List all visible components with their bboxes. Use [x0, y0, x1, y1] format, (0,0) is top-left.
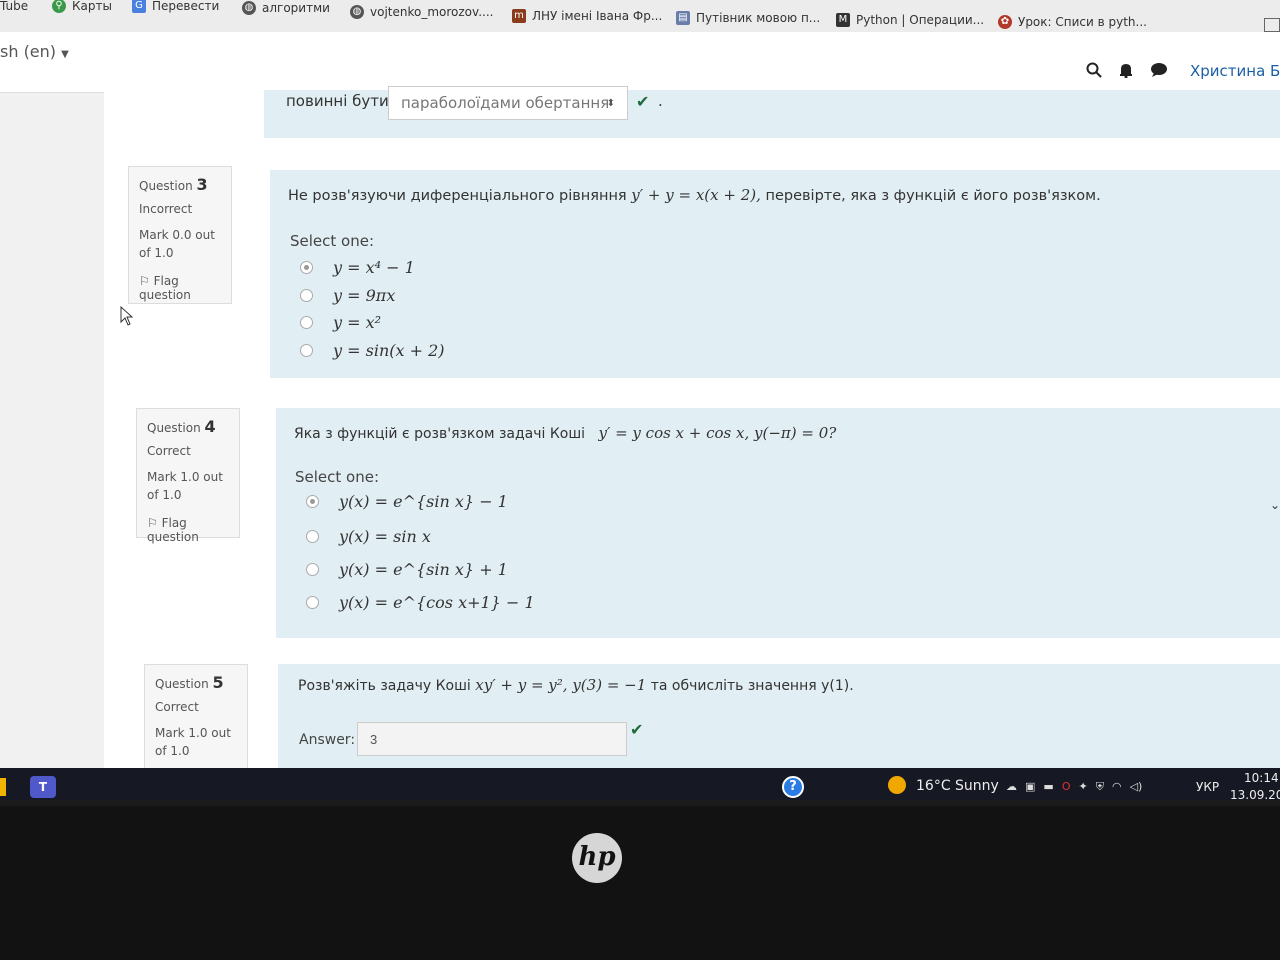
bookmark-vojtenko[interactable]: ◍ vojtenko_morozov.... [350, 2, 493, 22]
option-3[interactable]: y(x) = e^{sin x} + 1 [306, 560, 508, 579]
prev-question-box: повинні бути параболоїдами обертання ⬍ ✔… [264, 86, 1280, 138]
sun-weather-icon [888, 776, 906, 794]
question-5-box: Розв'яжіть задачу Коші xy′ + y = y², y(3… [278, 664, 1280, 774]
opera-icon[interactable]: O [1062, 780, 1071, 794]
bookmark-algoritmy[interactable]: ◍ алгоритми [242, 0, 330, 18]
cloud-icon[interactable]: ☁ [1006, 780, 1017, 794]
flag-icon: ⚐ [139, 274, 150, 288]
radio-button[interactable] [300, 316, 313, 329]
hp-logo: hp [572, 833, 622, 883]
check-icon: ✔ [630, 720, 644, 739]
select-one-label: Select one: [295, 468, 380, 486]
check-icon: ✔ [636, 92, 650, 111]
help-icon[interactable]: ? [782, 776, 804, 798]
prev-question-select[interactable]: параболоїдами обертання ⬍ [388, 86, 628, 120]
taskbar: T ? 16°C Sunny ☁ ▣ ▬ O ✦ ⛨ ◠ ◁) УКР 10:1… [0, 768, 1280, 800]
bookmark-maps[interactable]: ⚲ Карты [52, 0, 112, 16]
radio-button[interactable] [306, 563, 319, 576]
prev-question-text: повинні бути [286, 92, 389, 110]
battery-icon[interactable]: ▬ [1043, 780, 1053, 794]
question-number: Question 3 [139, 175, 208, 194]
mouse-cursor-icon [120, 306, 134, 326]
volume-icon[interactable]: ◁) [1130, 780, 1143, 794]
quiz-review-content: повинні бути параболоїдами обертання ⬍ ✔… [104, 86, 1280, 774]
university-icon: m [512, 9, 526, 23]
reading-list-icon[interactable] [1264, 18, 1280, 32]
question-number: Question 5 [155, 673, 224, 692]
flag-icon: ⚐ [147, 516, 158, 530]
screen: Tube ⚲ Карты G Перевести ◍ алгоритми ◍ vojte… [0, 0, 1280, 800]
question-status: Correct [155, 700, 199, 714]
bookmark-urok[interactable]: ✿ Урок: Списи в pyth... [998, 12, 1147, 32]
option-1[interactable]: y = x⁴ − 1 [300, 258, 415, 277]
clock-date[interactable]: 13.09.202 [1230, 788, 1280, 800]
app-tray-icon[interactable]: ▣ [1025, 780, 1035, 794]
task-indicator [0, 778, 6, 796]
option-4[interactable]: y = sin(x + 2) [300, 341, 445, 360]
radio-button[interactable] [306, 495, 319, 508]
radio-button[interactable] [300, 344, 313, 357]
question-4-text: Яка з функцій є розв'язком задачі Коші y… [294, 424, 837, 442]
bookmarks-bar: Tube ⚲ Карты G Перевести ◍ алгоритми ◍ vojte… [0, 0, 1280, 32]
maps-pin-icon: ⚲ [52, 0, 66, 13]
answer-input[interactable] [357, 722, 627, 756]
site-icon: ✿ [998, 15, 1012, 29]
chevron-down-icon: ▼ [61, 49, 69, 60]
select-arrows-icon: ⬍ [606, 97, 615, 109]
question-mark: Mark 1.0 out of 1.0 [147, 470, 223, 502]
bookmark-translate[interactable]: G Перевести [132, 0, 219, 16]
bookmark-python[interactable]: M Python | Операции... [836, 10, 984, 30]
bookmark-lnu[interactable]: m ЛНУ імені Івана Фр... [512, 6, 662, 26]
page-icon: ▤ [676, 11, 690, 25]
clock-time[interactable]: 10:14 [1244, 771, 1279, 785]
tray-icons: ☁ ▣ ▬ O ✦ ⛨ ◠ ◁) [1006, 780, 1142, 794]
laptop-bezel: hp [0, 806, 1280, 960]
globe-icon: ◍ [242, 1, 256, 15]
question-3-info: Question 3 Incorrect Mark 0.0 out of 1.0… [128, 166, 232, 304]
language-menu[interactable]: sh (en) ▼ [0, 42, 69, 61]
question-3-text: Не розв'язуючи диференціального рівняння… [288, 186, 1101, 204]
question-5-info: Question 5 Correct Mark 1.0 out of 1.0 [144, 664, 248, 774]
radio-button[interactable] [306, 596, 319, 609]
question-4-info: Question 4 Correct Mark 1.0 out of 1.0 ⚐… [136, 408, 240, 544]
option-2[interactable]: y = 9πx [300, 286, 395, 305]
app-header: sh (en) ▼ Христина Бе [0, 32, 1280, 93]
option-2[interactable]: y(x) = sin x [306, 527, 431, 546]
chevron-down-icon[interactable]: ⌄ [1270, 498, 1280, 512]
option-4[interactable]: y(x) = e^{cos x+1} − 1 [306, 593, 535, 612]
wifi-icon[interactable]: ◠ [1112, 780, 1122, 794]
weather-text[interactable]: 16°C Sunny [916, 778, 999, 794]
radio-button[interactable] [306, 530, 319, 543]
translate-icon: G [132, 0, 146, 13]
option-3[interactable]: y = x² [300, 313, 381, 332]
user-menu[interactable]: Христина Бе [1190, 62, 1280, 80]
bookmark-youtube[interactable]: Tube [0, 0, 28, 16]
site-icon: M [836, 13, 850, 27]
teams-tray-icon[interactable]: ✦ [1078, 780, 1087, 794]
question-3-box: Не розв'язуючи диференціального рівняння… [270, 170, 1280, 378]
nav-icons [1086, 62, 1168, 78]
teams-icon[interactable]: T [30, 776, 56, 798]
question-mark: Mark 1.0 out of 1.0 [155, 726, 231, 758]
bell-icon[interactable] [1118, 62, 1134, 78]
input-language[interactable]: УКР [1196, 780, 1219, 794]
radio-button[interactable] [300, 289, 313, 302]
shield-icon[interactable]: ⛨ [1096, 780, 1104, 794]
question-number: Question 4 [147, 417, 216, 436]
question-5-text: Розв'яжіть задачу Коші xy′ + y = y², y(3… [298, 676, 854, 694]
flag-question-button[interactable]: ⚐ Flag question [147, 516, 229, 544]
radio-button[interactable] [300, 261, 313, 274]
question-4-box: Яка з функцій є розв'язком задачі Коші y… [276, 408, 1280, 638]
question-status: Correct [147, 444, 191, 458]
question-status: Incorrect [139, 202, 193, 216]
answer-label: Answer: [299, 732, 356, 748]
select-one-label: Select one: [290, 232, 375, 250]
flag-question-button[interactable]: ⚐ Flag question [139, 274, 221, 302]
question-mark: Mark 0.0 out of 1.0 [139, 228, 215, 260]
option-1[interactable]: y(x) = e^{sin x} − 1 [306, 492, 508, 511]
globe-icon: ◍ [350, 5, 364, 19]
bookmark-putivnyk[interactable]: ▤ Путівник мовою п... [676, 8, 820, 28]
search-icon[interactable] [1086, 62, 1102, 78]
chat-icon[interactable] [1150, 62, 1168, 78]
